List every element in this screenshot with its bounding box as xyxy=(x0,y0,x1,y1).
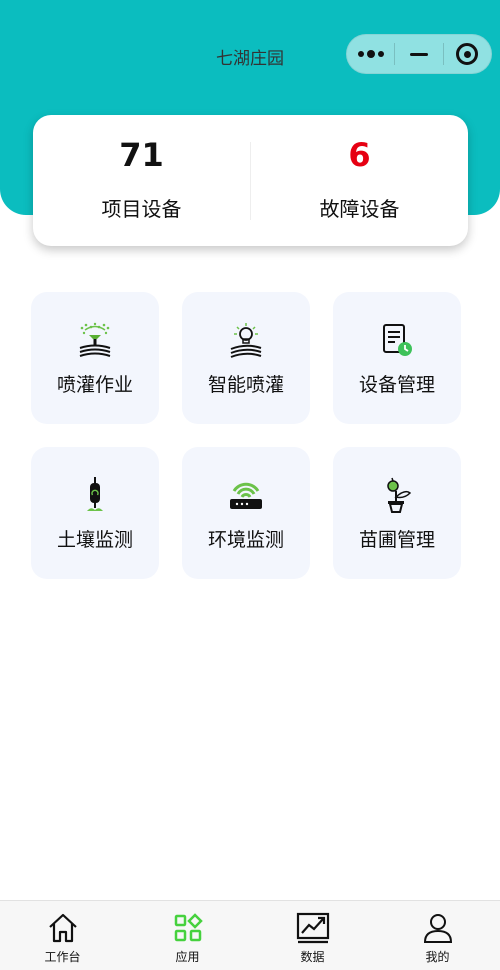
soil-sensor-icon xyxy=(77,477,113,513)
app-tile-nursery-management[interactable]: 苗圃管理 xyxy=(333,447,461,579)
minimize-icon xyxy=(410,52,428,56)
tab-label: 应用 xyxy=(175,950,200,964)
home-icon xyxy=(46,911,80,945)
close-button[interactable] xyxy=(444,34,491,74)
stat-value: 71 xyxy=(119,136,164,174)
document-clock-icon xyxy=(379,322,415,358)
stats-card: 71 项目设备 6 故障设备 xyxy=(33,115,468,246)
tab-label: 工作台 xyxy=(44,950,81,964)
tab-mine[interactable]: 我的 xyxy=(375,901,500,970)
sprinkler-field-icon xyxy=(77,322,113,358)
app-tile-label: 设备管理 xyxy=(358,374,435,396)
app-tile-label: 喷灌作业 xyxy=(56,374,133,396)
app-tile-device-management[interactable]: 设备管理 xyxy=(333,292,461,424)
stat-project-devices[interactable]: 71 项目设备 xyxy=(33,115,250,246)
seedling-pot-icon xyxy=(379,477,415,513)
stat-value: 6 xyxy=(348,136,371,174)
app-tile-label: 环境监测 xyxy=(207,529,284,551)
apps-grid-icon xyxy=(171,911,205,945)
stat-label: 项目设备 xyxy=(101,197,182,221)
app-tile-label: 土壤监测 xyxy=(56,529,133,551)
stat-label: 故障设备 xyxy=(319,197,400,221)
bulb-field-icon xyxy=(228,322,264,358)
tab-data[interactable]: 数据 xyxy=(250,901,375,970)
tab-label: 我的 xyxy=(425,950,450,964)
chart-trend-icon xyxy=(296,911,330,945)
app-tile-label: 苗圃管理 xyxy=(358,529,435,551)
stat-fault-devices[interactable]: 6 故障设备 xyxy=(251,115,468,246)
app-tile-environment-monitoring[interactable]: 环境监测 xyxy=(182,447,310,579)
app-tile-soil-monitoring[interactable]: 土壤监测 xyxy=(31,447,159,579)
app-tile-label: 智能喷灌 xyxy=(207,374,284,396)
app-tile-sprinkler-operation[interactable]: 喷灌作业 xyxy=(31,292,159,424)
user-icon xyxy=(421,911,455,945)
bottom-tab-bar: 工作台 应用 数据 我的 xyxy=(0,900,500,970)
minimize-button[interactable] xyxy=(395,34,442,74)
app-grid: 喷灌作业 智能喷灌 设备管理 土壤监测 环境监测 苗圃管理 xyxy=(31,292,463,579)
more-dots-icon xyxy=(357,50,384,58)
mini-program-capsule xyxy=(346,34,492,74)
target-close-icon xyxy=(456,43,479,65)
app-tile-smart-irrigation[interactable]: 智能喷灌 xyxy=(182,292,310,424)
title-bar: 七湖庄园 xyxy=(0,0,500,110)
tab-label: 数据 xyxy=(300,950,325,964)
tab-workbench[interactable]: 工作台 xyxy=(0,901,125,970)
tab-apps[interactable]: 应用 xyxy=(125,901,250,970)
more-button[interactable] xyxy=(347,34,394,74)
router-signal-icon xyxy=(228,477,264,513)
